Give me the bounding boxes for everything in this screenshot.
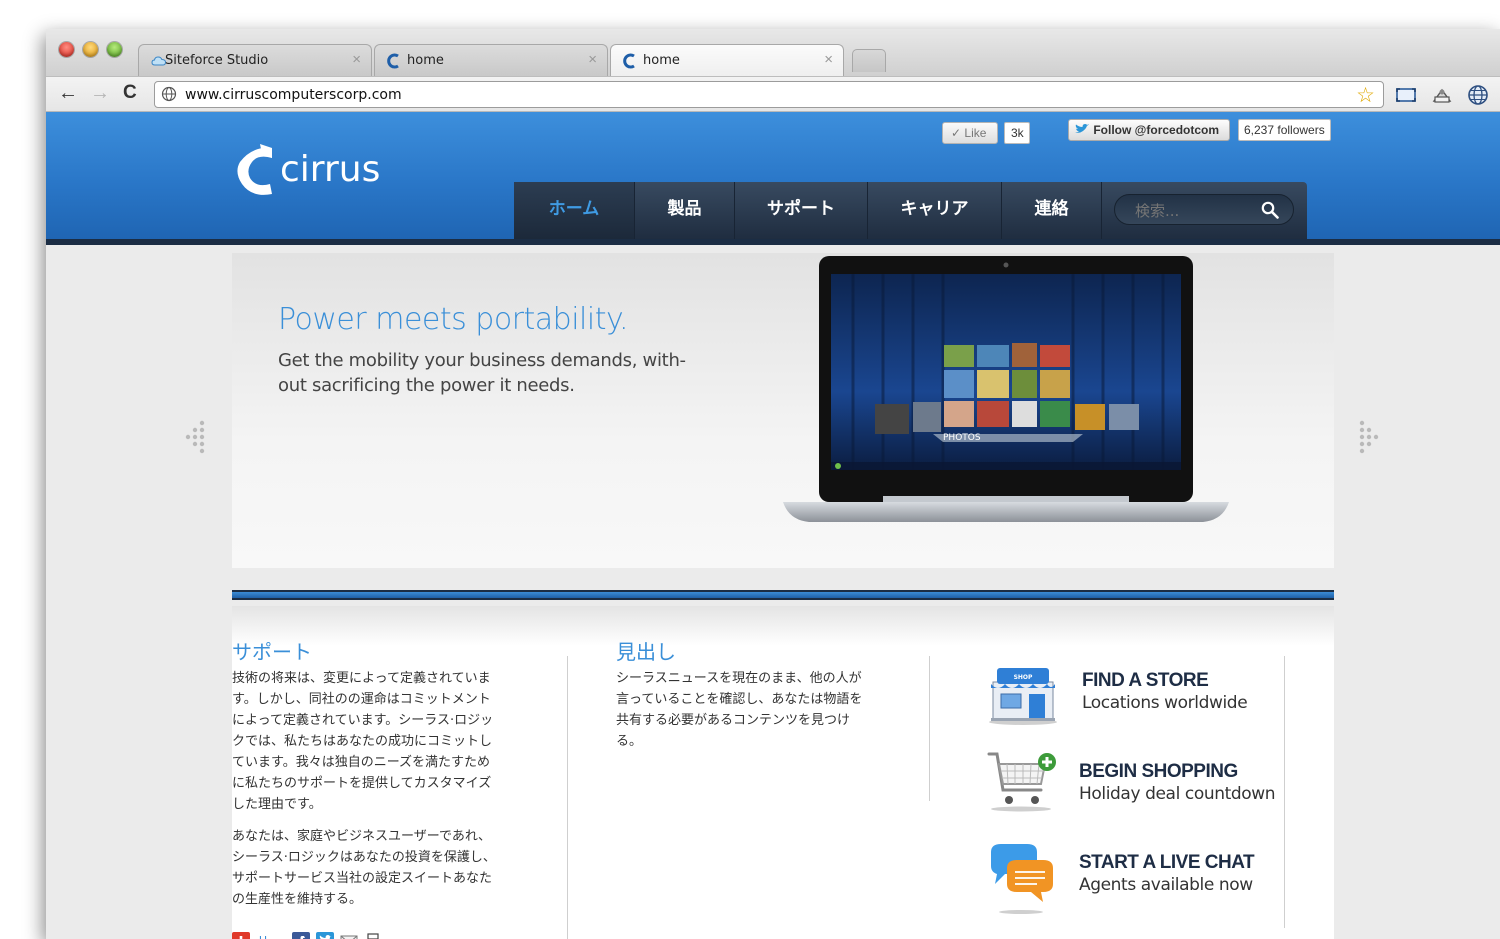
facebook-icon[interactable]: [292, 932, 310, 939]
back-button[interactable]: ←: [58, 82, 78, 105]
text-line: 共有する必要があるコンテンツを見つけ: [616, 713, 851, 728]
text-line: あなたは、家庭やビジネスユーザーであれ、: [232, 829, 491, 844]
text-line: ています。我々は独自のニーズを満たすため: [232, 755, 491, 770]
text-line: る。: [616, 734, 643, 749]
tab-siteforce-studio[interactable]: Siteforce Studio ×: [138, 44, 372, 77]
headline-paragraph: シーラスニュースを現在のまま、他の人が 言っていることを確認し、あなたは物語を …: [616, 668, 906, 752]
close-window-button[interactable]: [59, 42, 74, 57]
tab-title: Siteforce Studio: [165, 53, 269, 68]
hero-subtitle: Get the mobility your business demands, …: [278, 348, 698, 398]
like-count: 3k: [1004, 122, 1030, 144]
cta-title: START A LIVE CHAT: [1079, 852, 1255, 873]
tab-home[interactable]: home ×: [374, 44, 608, 77]
text-line: す。しかし、同社のの運命はコミットメント: [232, 692, 491, 707]
minimize-window-button[interactable]: [83, 42, 98, 57]
followers-count: 6,237 followers: [1238, 119, 1331, 141]
tab-title: home: [407, 53, 444, 68]
nav-item-home[interactable]: ホーム: [514, 182, 635, 239]
share-link[interactable]: 共有: [256, 933, 270, 939]
logo-text[interactable]: cirrus: [280, 149, 380, 190]
web-page: cirrus ✓ Like 3k Follow @forcedotcom 6,2…: [46, 112, 1500, 939]
globe-menu-icon[interactable]: [1466, 83, 1490, 107]
print-icon[interactable]: [364, 932, 382, 939]
tab-title: home: [643, 53, 680, 68]
text-line: シーラスニュースを現在のまま、他の人が: [616, 671, 862, 686]
hero-subtitle-line: out sacrificing the power it needs.: [278, 375, 575, 396]
nav-item-support[interactable]: サポート: [735, 182, 868, 239]
screen-label: PHOTOS: [943, 433, 981, 443]
slider-next-icon[interactable]: [1358, 420, 1380, 456]
text-line: によって定義されています。シーラス·ロジッ: [232, 713, 494, 728]
cta-subtitle: Locations worldwide: [1082, 693, 1248, 713]
column-divider: [567, 656, 568, 939]
hero-title: Power meets portability.: [278, 302, 629, 337]
hero-subtitle-line: Get the mobility your business demands, …: [278, 350, 686, 371]
forward-button[interactable]: →: [90, 82, 110, 105]
slider-prev-icon[interactable]: [184, 420, 206, 456]
column-divider: [1284, 656, 1285, 928]
zoom-window-button[interactable]: [107, 42, 122, 57]
tab-close-icon[interactable]: ×: [352, 51, 361, 68]
hero-banner[interactable]: Power meets portability. Get the mobilit…: [232, 253, 1334, 568]
text-line: 言っていることを確認し、あなたは物語を: [616, 692, 863, 707]
email-icon[interactable]: [340, 932, 358, 939]
text-line: サポートサービス当社の設定スイートあなた: [232, 871, 493, 886]
main-nav: ホーム 製品 サポート キャリア 連絡: [514, 182, 1307, 239]
nav-item-products[interactable]: 製品: [635, 182, 735, 239]
globe-icon: [161, 86, 177, 102]
text-line: 技術の将来は、変更によって定義されていま: [232, 671, 491, 686]
laptop-image: PHOTOS: [783, 256, 1229, 522]
search-icon[interactable]: [1261, 201, 1279, 219]
cirrus-logo-icon: [387, 53, 399, 69]
reload-button[interactable]: C: [123, 82, 137, 104]
follow-button[interactable]: Follow @forcedotcom: [1068, 119, 1230, 141]
tab-close-icon[interactable]: ×: [824, 51, 833, 68]
cta-title: BEGIN SHOPPING: [1079, 761, 1238, 782]
cirrus-logo-icon: [623, 53, 635, 69]
twitter-bird-icon: [1075, 124, 1089, 133]
content-divider: [232, 590, 1334, 600]
follow-label: Follow @forcedotcom: [1093, 123, 1220, 137]
tab-home-active[interactable]: home ×: [610, 44, 844, 78]
shop-icon: SHOP: [989, 668, 1057, 725]
chat-bubbles-icon: [991, 844, 1053, 914]
url-text: www.cirruscomputerscorp.com: [185, 87, 402, 103]
like-button[interactable]: ✓ Like: [942, 122, 998, 144]
title-bar: Siteforce Studio × home × home ×: [46, 29, 1500, 78]
support-heading[interactable]: サポート: [232, 636, 312, 665]
nav-item-contact[interactable]: 連絡: [1002, 182, 1102, 239]
shop-sign-text: SHOP: [1014, 674, 1033, 681]
content-area: サポート 技術の将来は、変更によって定義されていま す。しかし、同社のの運命はコ…: [232, 606, 1334, 939]
browser-window: Siteforce Studio × home × home × ← → C w…: [46, 29, 1500, 939]
share-plus-icon[interactable]: [232, 932, 250, 939]
cta-subtitle: Holiday deal countdown: [1079, 784, 1276, 804]
cirrus-logo-icon[interactable]: [232, 142, 276, 200]
text-line: に私たちのサポートを提供してカスタマイズ: [232, 776, 492, 791]
twitter-icon[interactable]: [316, 932, 334, 939]
text-line: した理由です。: [232, 797, 322, 812]
nav-item-careers[interactable]: キャリア: [868, 182, 1002, 239]
text-line: クでは、私たちはあなたの成功にコミットし: [232, 734, 493, 749]
column-divider: [929, 656, 930, 801]
screenshot-icon[interactable]: [1394, 83, 1418, 107]
support-paragraph-2: あなたは、家庭やビジネスユーザーであれ、 シーラス·ロジックはあなたの投資を保護…: [232, 826, 532, 910]
browser-toolbar: ← → C www.cirruscomputerscorp.com ☆: [46, 76, 1500, 112]
address-bar[interactable]: www.cirruscomputerscorp.com ☆: [154, 81, 1384, 108]
site-header: cirrus ✓ Like 3k Follow @forcedotcom 6,2…: [46, 112, 1500, 245]
text-line: の生産性を維持する。: [232, 892, 363, 907]
extension-icon[interactable]: [1430, 83, 1454, 107]
search-input[interactable]: [1133, 201, 1257, 221]
support-paragraph-1: 技術の将来は、変更によって定義されていま す。しかし、同社のの運命はコミットメン…: [232, 668, 532, 815]
headline-heading[interactable]: 見出し: [616, 636, 676, 665]
cta-subtitle: Agents available now: [1079, 875, 1253, 895]
shopping-cart-icon: [987, 752, 1056, 812]
bookmark-star-icon[interactable]: ☆: [1356, 83, 1375, 108]
new-tab-button[interactable]: [852, 49, 886, 72]
cta-title: FIND A STORE: [1082, 670, 1209, 691]
tab-close-icon[interactable]: ×: [588, 51, 597, 68]
text-line: シーラス·ロジックはあなたの投資を保護し、: [232, 850, 496, 865]
site-search[interactable]: [1114, 194, 1294, 225]
